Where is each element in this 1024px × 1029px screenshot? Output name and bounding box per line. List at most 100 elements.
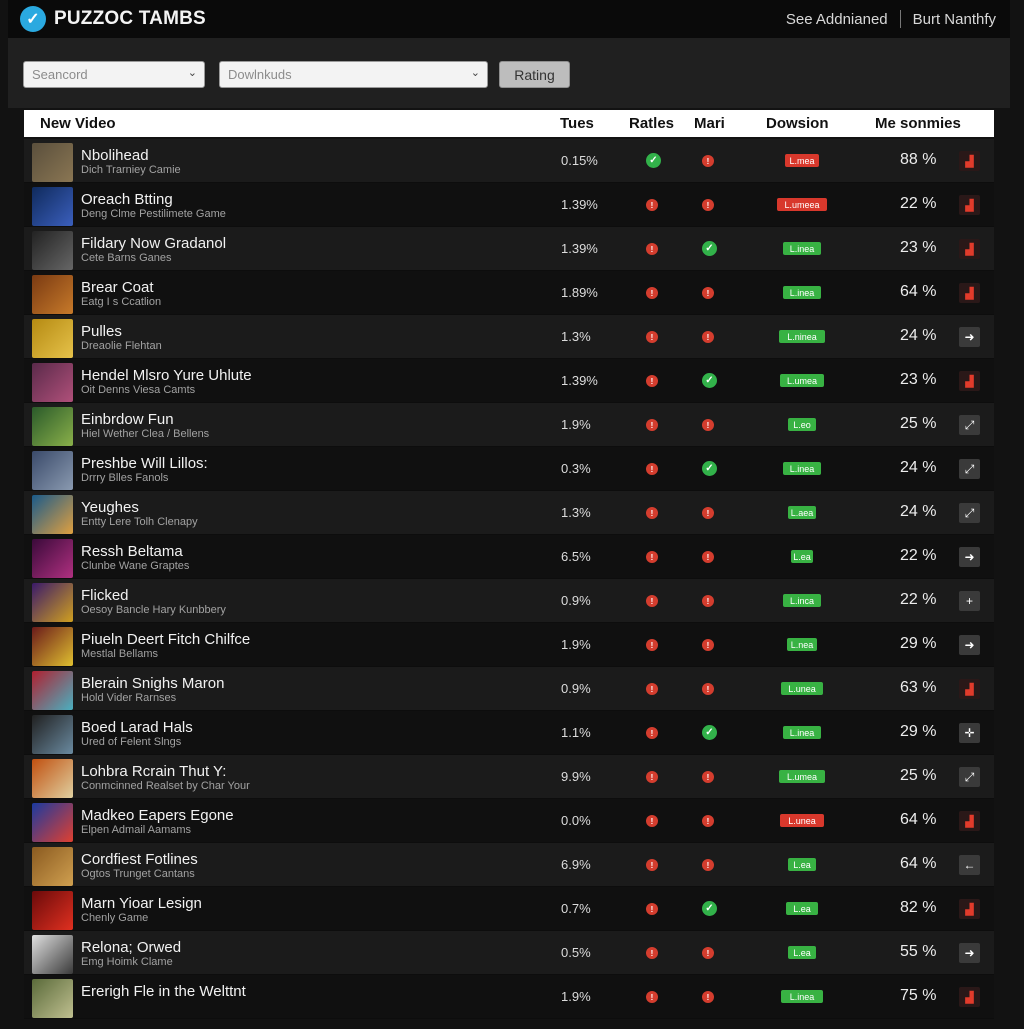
download-badge[interactable]: L.eo [788,418,816,431]
download-badge[interactable]: L.umea [779,770,825,783]
x-icon[interactable]: ! [702,331,714,343]
check-icon[interactable]: ✓ [702,461,717,476]
download-badge[interactable]: L.unea [780,814,824,827]
x-icon[interactable]: ! [646,859,658,871]
x-icon[interactable]: ! [646,947,658,959]
chart-icon[interactable]: ▟ [959,239,980,259]
check-icon[interactable]: ✓ [646,153,661,168]
check-icon[interactable]: ✓ [702,373,717,388]
download-badge[interactable]: L.umea [780,374,824,387]
table-row[interactable]: Hendel Mlsro Yure Uhlute Oit Denns Viesa … [24,359,994,403]
plus-icon[interactable]: + [959,591,980,611]
arrow-icon[interactable]: ➜ [959,943,980,963]
chart-icon[interactable]: ▟ [959,371,980,391]
search-select[interactable]: Seancord ⌄ [23,61,205,88]
back-icon[interactable]: ← [959,855,980,875]
table-row[interactable]: Lohbra Rcrain Thut Y: Conmcinned Realset … [24,755,994,799]
chart-icon[interactable]: ▟ [959,195,980,215]
download-badge[interactable]: L.nea [787,638,817,651]
table-row[interactable]: Ressh Beltama Clunbe Wane Graptes 6.5%!! L.… [24,535,994,579]
expand-icon[interactable]: ⤢ [959,503,980,523]
row-title[interactable]: Lohbra Rcrain Thut Y: [81,763,226,780]
column-header-name[interactable]: New Video [40,115,116,132]
x-icon[interactable]: ! [646,507,658,519]
row-title[interactable]: Cordfiest Fotlines [81,851,198,868]
row-title[interactable]: Piueln Deert Fitch Chilfce [81,631,250,648]
check-icon[interactable]: ✓ [702,241,717,256]
download-badge[interactable]: L.inea [781,990,823,1003]
table-row[interactable]: Fildary Now Gradanol Cete Barns Ganes 1.39… [24,227,994,271]
logo[interactable]: ✓ PUZZOC TAMBS [8,6,206,32]
column-header-mari[interactable]: Mari [694,115,725,132]
table-row[interactable]: Marn Yioar Lesign Chenly Game 0.7%! ✓ L.ea 82… [24,887,994,931]
download-badge[interactable]: L.ninea [779,330,825,343]
x-icon[interactable]: ! [702,815,714,827]
table-row[interactable]: Blerain Snighs Maron Hold Vider Rarnses 0.… [24,667,994,711]
chart-icon[interactable]: ▟ [959,151,980,171]
chart-icon[interactable]: ▟ [959,679,980,699]
table-row[interactable]: Yeughes Entty Lere Tolh Clenapy 1.3%!! L.ae… [24,491,994,535]
chart-icon[interactable]: ▟ [959,987,980,1007]
x-icon[interactable]: ! [646,727,658,739]
column-header-me[interactable]: Me sonmies [875,115,961,132]
table-row[interactable]: Oreach Btting Deng Clme Pestilimete Game 1… [24,183,994,227]
table-row[interactable]: Flicked Oesoy Bancle Hary Kunbbery 0.9%!! L… [24,579,994,623]
download-badge[interactable]: L.inca [783,594,821,607]
x-icon[interactable]: ! [646,771,658,783]
x-icon[interactable]: ! [702,199,714,211]
x-icon[interactable]: ! [702,639,714,651]
x-icon[interactable]: ! [646,683,658,695]
row-title[interactable]: Relona; Orwed [81,939,181,956]
download-badge[interactable]: L.ea [791,550,813,563]
x-icon[interactable]: ! [646,287,658,299]
download-badge[interactable]: L.ea [788,858,816,871]
chart-icon[interactable]: ▟ [959,283,980,303]
row-title[interactable]: Ererigh Fle in the Welttnt [81,983,246,1000]
check-icon[interactable]: ✓ [702,901,717,916]
table-row[interactable]: Brear Coat Eatg I s Ccatlion 1.89%!! L.inea… [24,271,994,315]
row-title[interactable]: Yeughes [81,499,139,516]
x-icon[interactable]: ! [646,639,658,651]
check-icon[interactable]: ✓ [702,725,717,740]
row-title[interactable]: Oreach Btting [81,191,173,208]
row-title[interactable]: Preshbe Will Lillos: [81,455,208,472]
download-badge[interactable]: L.umeea [777,198,827,211]
download-badge[interactable]: L.inea [783,286,821,299]
table-row[interactable]: Relona; Orwed Emg Hoimk Clame 0.5%!! L.ea 55… [24,931,994,975]
expand-icon[interactable]: ⤢ [959,459,980,479]
downloads-select[interactable]: Dowlnkuds ⌄ [219,61,488,88]
x-icon[interactable]: ! [646,331,658,343]
table-row[interactable]: Boed Larad Hals Ured of Felent Slngs 1.1%!… [24,711,994,755]
row-title[interactable]: Pulles [81,323,122,340]
x-icon[interactable]: ! [702,419,714,431]
x-icon[interactable]: ! [702,551,714,563]
row-title[interactable]: Blerain Snighs Maron [81,675,224,692]
chart-icon[interactable]: ▟ [959,811,980,831]
table-row[interactable]: Ererigh Fle in the Welttnt 1.9%!! L.inea 75… [24,975,994,1019]
x-icon[interactable]: ! [646,419,658,431]
x-icon[interactable]: ! [702,771,714,783]
table-row[interactable]: Piueln Deert Fitch Chilfce Mestlal Bellam… [24,623,994,667]
table-row[interactable]: Nbolihead Dich Trarniey Camie 0.15% ✓! L.mea… [24,139,994,183]
user-link[interactable]: Burt Nanthfy [913,11,996,28]
rating-button[interactable]: Rating [499,61,570,88]
row-title[interactable]: Fildary Now Gradanol [81,235,226,252]
expand-icon[interactable]: ⤢ [959,767,980,787]
x-icon[interactable]: ! [702,287,714,299]
download-badge[interactable]: L.mea [785,154,819,167]
download-badge[interactable]: L.ea [788,946,816,959]
table-row[interactable]: Madkeo Eapers Egone Elpen Admail Aamams 0.… [24,799,994,843]
x-icon[interactable]: ! [702,507,714,519]
x-icon[interactable]: ! [702,683,714,695]
x-icon[interactable]: ! [702,155,714,167]
arrow-icon[interactable]: ➜ [959,547,980,567]
download-badge[interactable]: L.unea [781,682,823,695]
row-title[interactable]: Hendel Mlsro Yure Uhlute [81,367,252,384]
row-title[interactable]: Marn Yioar Lesign [81,895,202,912]
x-icon[interactable]: ! [646,903,658,915]
download-badge[interactable]: L.ea [786,902,818,915]
x-icon[interactable]: ! [702,947,714,959]
cross-icon[interactable]: ✛ [959,723,980,743]
table-row[interactable]: Einbrdow Fun Hiel Wether Clea / Bellens 1.… [24,403,994,447]
download-badge[interactable]: L.inea [783,462,821,475]
